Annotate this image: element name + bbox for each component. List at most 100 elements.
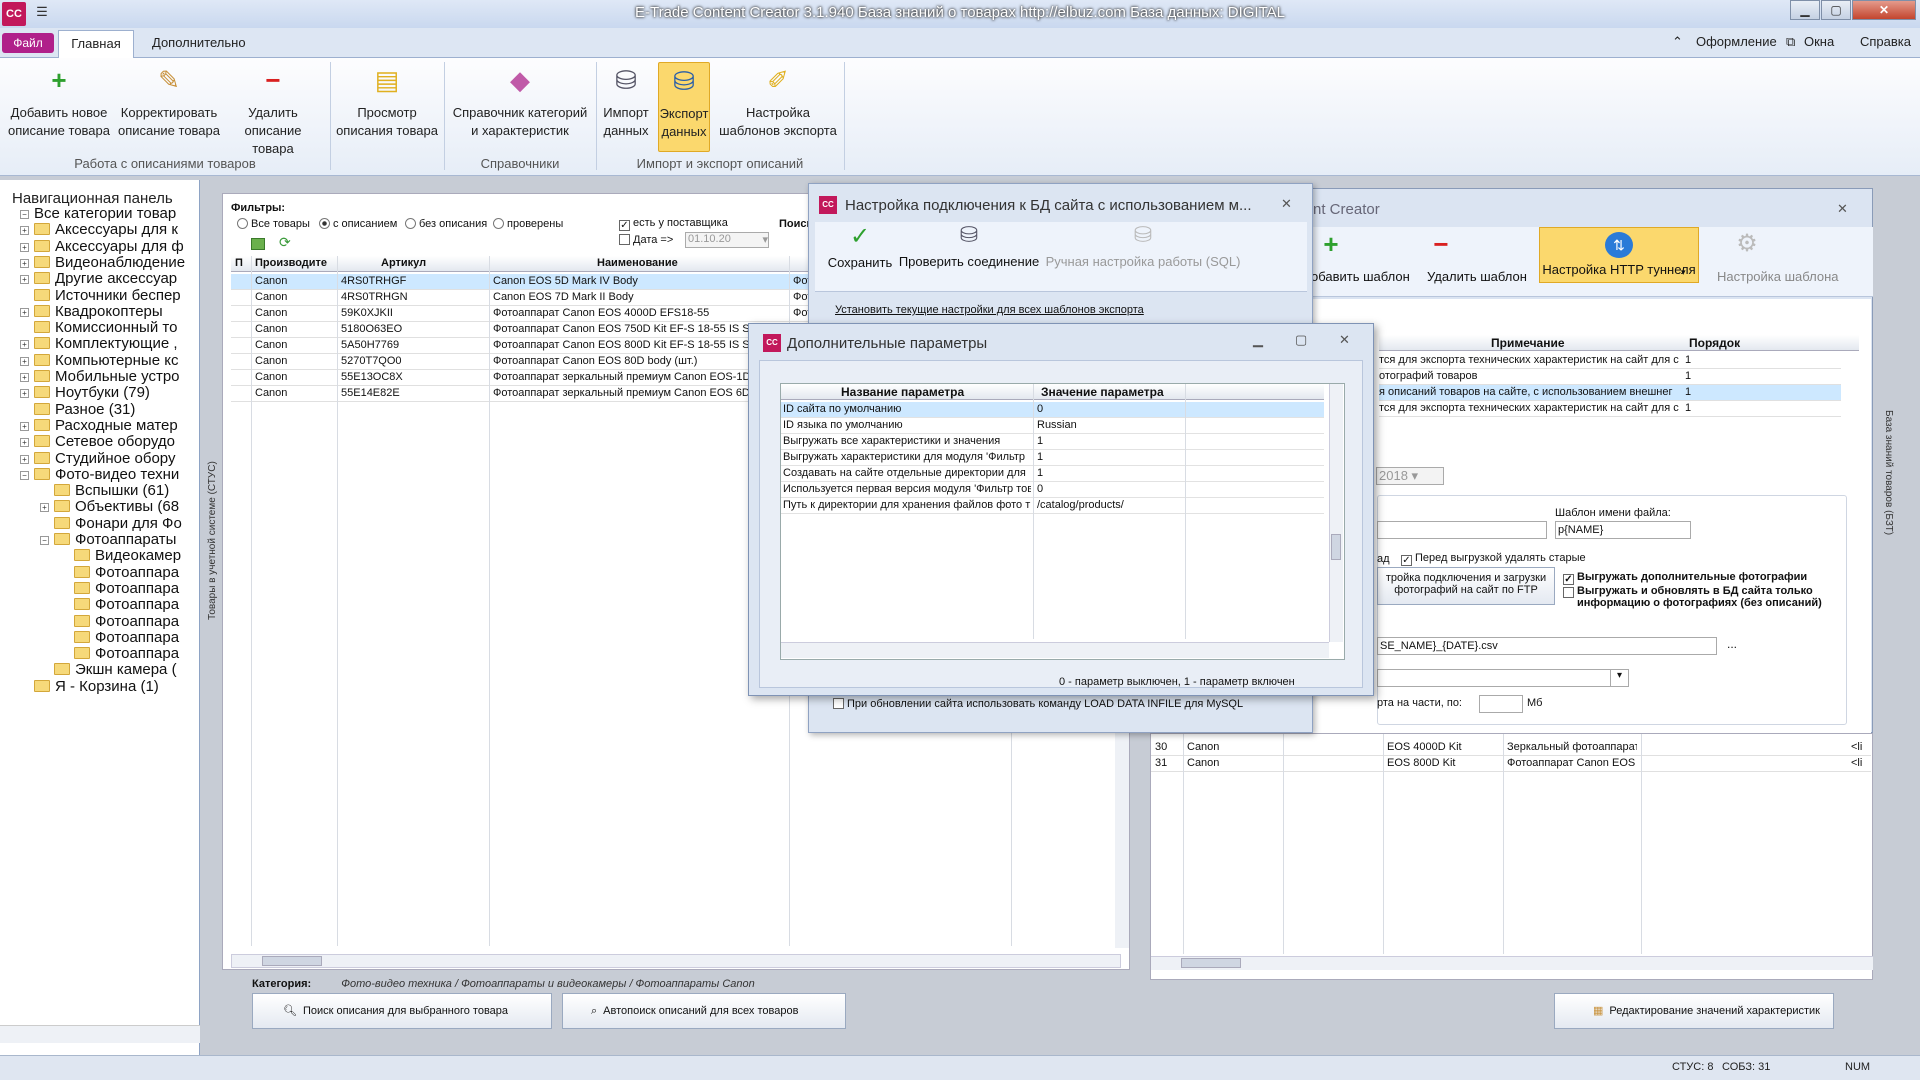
import-button[interactable]: ⛁ Импорт данных (598, 64, 654, 140)
template-settings-button[interactable]: Настройка шаблона (1717, 269, 1839, 284)
tree-expander-icon[interactable]: + (20, 421, 29, 431)
dlg1-close-button[interactable]: ✕ (1281, 196, 1292, 212)
tree-expander-icon[interactable]: − (20, 470, 29, 480)
chevron-down-icon[interactable]: ▾ (1681, 267, 1686, 278)
apply-all-link[interactable]: Установить текущие настройки для всех ша… (835, 304, 1144, 316)
dlg2-close-button[interactable]: ✕ (1339, 332, 1350, 348)
tree-item[interactable]: Экшн камера ( (54, 661, 198, 678)
tree-expander-icon[interactable]: + (20, 226, 29, 236)
template-row[interactable]: тся для экспорта технических характерист… (1379, 401, 1841, 417)
dlg2-maximize-button[interactable]: ▢ (1295, 332, 1307, 348)
left-grid-hscrollbar[interactable] (231, 954, 1121, 968)
tree-item[interactable]: Аксессуары для к (34, 221, 198, 238)
tree-item[interactable]: Фотоаппара (74, 645, 198, 662)
tree-item[interactable]: Фотоаппара (74, 564, 198, 581)
date-picker[interactable]: 01.10.20 ▾ (685, 232, 769, 248)
tree-expander-icon[interactable]: + (20, 242, 29, 252)
tree-expander-icon[interactable]: + (20, 389, 29, 399)
help-menu[interactable]: Справка (1860, 34, 1911, 49)
tree-expander-icon[interactable]: + (20, 258, 29, 268)
radio-checked[interactable]: проверены (493, 218, 563, 230)
file-pattern-input[interactable]: SE_NAME}_{DATE}.csv (1377, 637, 1717, 655)
dlg2-minimize-button[interactable]: ▁ (1253, 332, 1263, 348)
tree-item[interactable]: Фотоаппара (74, 580, 198, 597)
split-size-input[interactable] (1479, 695, 1523, 713)
refresh-icon[interactable]: ⟳ (279, 234, 291, 251)
browse-button[interactable]: ... (1727, 637, 1737, 651)
filename-input[interactable]: p{NAME} (1555, 521, 1691, 539)
close-button[interactable]: ✕ (1852, 0, 1916, 20)
tree-item[interactable]: Фото-видео техни (34, 466, 198, 483)
catalog-button[interactable]: ◆ Справочник категорий и характеристик (448, 64, 592, 140)
export-button[interactable]: ⛁ Экспорт данных (658, 62, 710, 152)
tree-item[interactable]: Разное (31) (34, 401, 198, 418)
tree-item[interactable]: Вспышки (61) (54, 482, 198, 499)
radio-with-description[interactable]: с описанием (319, 218, 397, 230)
tree-item[interactable]: Квадрокоптеры (34, 303, 198, 320)
tab-main[interactable]: Главная (58, 30, 134, 58)
param-row[interactable]: ID языка по умолчанию Russian (781, 418, 1324, 434)
tree-item[interactable]: Все категории товар (34, 205, 198, 222)
col-p[interactable]: П (235, 257, 243, 269)
update-db-checkbox[interactable]: Выгружать и обновлять в БД сайта только … (1563, 585, 1863, 609)
extra-photos-checkbox[interactable]: ✓ Выгружать дополнительные фотографии (1563, 571, 1807, 585)
tree-item[interactable]: Компьютерные кс (34, 352, 198, 369)
tree-expander-icon[interactable]: + (20, 275, 29, 285)
save-button[interactable]: ✓ Сохранить (825, 222, 895, 270)
tree-expander-icon[interactable]: + (20, 356, 29, 366)
tree-expander-icon[interactable]: + (20, 438, 29, 448)
template-row[interactable]: я описаний товаров на сайте, с использов… (1379, 385, 1841, 401)
tree-item[interactable]: Источники беспер (34, 287, 198, 304)
tree-item[interactable]: Фотоаппара (74, 629, 198, 646)
tree-expander-icon[interactable]: − (40, 536, 49, 545)
tree-item[interactable]: Студийное обору (34, 450, 198, 467)
template-row[interactable]: тся для экспорта технических характерист… (1379, 353, 1841, 369)
col-article[interactable]: Артикул (381, 257, 426, 269)
manual-sql-button[interactable]: ⛁ Ручная настройка работы (SQL) (1043, 222, 1243, 269)
http-tunnel-button[interactable]: ⇅ Настройка HTTP туннеля (1539, 227, 1699, 283)
date-checkbox[interactable]: Дата => (619, 234, 673, 246)
param-row[interactable]: Создавать на сайте отдельные директории … (781, 466, 1324, 482)
tree-item[interactable]: Фотоаппара (74, 613, 198, 630)
check-connection-button[interactable]: ⛁ Проверить соединение (897, 222, 1041, 269)
tree-item[interactable]: Другие аксессуар (34, 270, 198, 287)
template-row[interactable]: отографий товаров 1 (1379, 369, 1841, 385)
add-template-button[interactable]: обавить шаблон (1311, 269, 1410, 284)
param-row[interactable]: Путь к директории для хранения файлов фо… (781, 498, 1324, 514)
view-description-button[interactable]: ▤ Просмотр описания товара (334, 64, 440, 140)
col-manufacturer[interactable]: Производите (255, 257, 327, 269)
tree-expander-icon[interactable]: − (20, 210, 29, 219)
grid-add-icon[interactable] (251, 238, 265, 250)
tree-item[interactable]: Видеокамер (74, 547, 198, 564)
tree-item[interactable]: Видеонаблюдение (34, 254, 198, 271)
param-row[interactable]: Выгружать все характеристики и значения 1 (781, 434, 1324, 450)
kb-hscrollbar[interactable] (1151, 956, 1873, 970)
add-description-button[interactable]: + Добавить новое описание товара (4, 64, 114, 140)
template-name-input[interactable] (1377, 521, 1547, 539)
maximize-button[interactable]: ▢ (1821, 0, 1851, 20)
tree-expander-icon[interactable]: + (40, 503, 49, 513)
design-menu[interactable]: Оформление (1696, 34, 1777, 49)
minimize-button[interactable]: ▁ (1790, 0, 1820, 20)
radio-all-products[interactable]: Все товары (237, 218, 310, 230)
search-description-button[interactable]: 🔍︎ Поиск описания для выбранного товара (252, 993, 552, 1029)
kb-row[interactable]: 30 Canon EOS 4000D Kit Зеркальный фотоаппар… (1151, 740, 1871, 756)
tree-item[interactable]: Мобильные устро (34, 368, 198, 385)
param-row[interactable]: Используется первая версия модуля 'Фильт… (781, 482, 1324, 498)
tree-expander-icon[interactable]: + (20, 373, 29, 382)
tree-item[interactable]: Фонари для Фо (54, 515, 198, 532)
supplier-checkbox[interactable]: ✓ есть у поставщика (619, 217, 728, 231)
tree-item[interactable]: Комиссионный то (34, 319, 198, 336)
edit-description-button[interactable]: ✎ Корректировать описание товара (114, 64, 224, 140)
col-note[interactable]: Примечание (1491, 336, 1565, 350)
tab-extra[interactable]: Дополнительно (140, 30, 258, 58)
params-hscrollbar[interactable] (781, 642, 1329, 658)
auto-search-button[interactable]: ⌕ Автопоиск описаний для всех товаров (562, 993, 846, 1029)
tree-item[interactable]: Ноутбуки (79) (34, 384, 198, 401)
nav-horizontal-scrollbar[interactable] (0, 1025, 200, 1043)
delete-template-button[interactable]: Удалить шаблон (1427, 269, 1527, 284)
param-row[interactable]: ID сайта по умолчанию 0 (781, 402, 1324, 418)
tree-item[interactable]: Аксессуары для ф (34, 238, 198, 255)
tree-item[interactable]: Я - Корзина (1) (34, 678, 198, 695)
rwin-close-button[interactable]: ✕ (1837, 201, 1848, 217)
